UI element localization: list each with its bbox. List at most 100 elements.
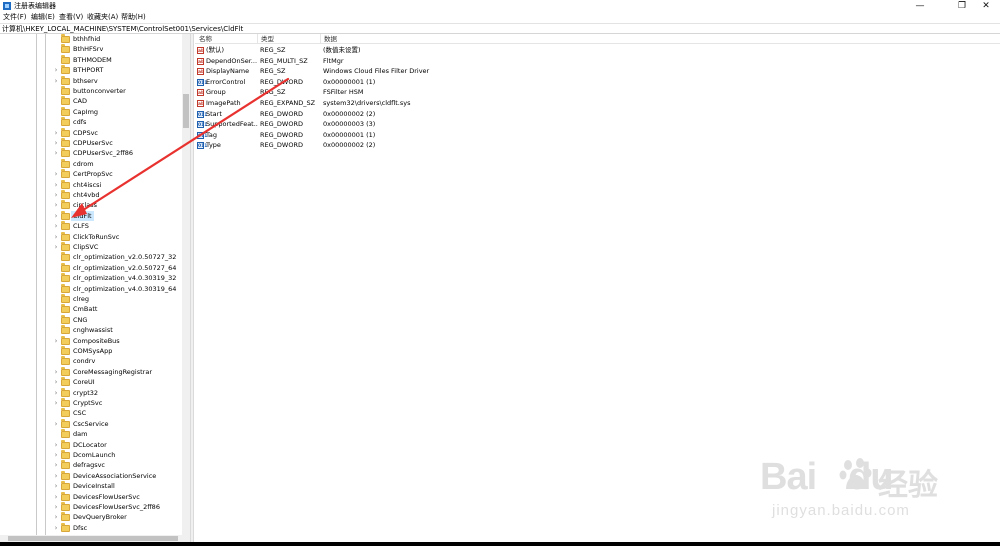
tree-item[interactable]: › CoreUI (0, 377, 182, 387)
menu-help[interactable]: 帮助(H) (121, 12, 146, 23)
tree-item[interactable]: clr_optimization_v4.0.30319_32 (0, 273, 182, 283)
chevron-right-icon[interactable]: › (53, 77, 59, 85)
tree-item[interactable]: buttonconverter (0, 86, 182, 96)
chevron-right-icon[interactable]: › (53, 129, 59, 137)
tree-item[interactable]: › ClickToRunSvc (0, 231, 182, 242)
chevron-right-icon[interactable]: › (53, 170, 59, 178)
value-row[interactable]: ab (默认) REG_SZ (数值未设置) (195, 45, 1000, 56)
tree-item[interactable]: › CompositeBus (0, 335, 182, 346)
tree-item[interactable]: cdrom (0, 158, 182, 169)
tree-item[interactable]: CSC (0, 408, 182, 418)
chevron-right-icon[interactable]: › (53, 472, 59, 480)
tree-item[interactable]: › CoreMessagingRegistrar (0, 366, 182, 377)
minimize-button[interactable]: — (906, 0, 934, 12)
column-divider[interactable] (257, 34, 258, 44)
address-path[interactable]: 计算机\HKEY_LOCAL_MACHINE\SYSTEM\ControlSet… (2, 24, 243, 34)
chevron-right-icon[interactable]: › (53, 212, 59, 220)
tree-item[interactable]: cdfs (0, 117, 182, 127)
tree-item[interactable]: BTHMODEM (0, 54, 182, 65)
chevron-right-icon[interactable]: › (53, 482, 59, 490)
chevron-right-icon[interactable]: › (53, 461, 59, 469)
tree-item[interactable]: › CDPSvc (0, 127, 182, 138)
tree-item[interactable]: › DeviceAssociationService (0, 470, 182, 481)
chevron-right-icon[interactable]: › (53, 441, 59, 449)
tree-item[interactable]: clr_optimization_v2.0.50727_64 (0, 262, 182, 273)
tree-item[interactable]: › circlass (0, 200, 182, 210)
menu-edit[interactable]: 编辑(E) (31, 12, 55, 23)
tree-item[interactable]: clreg (0, 294, 182, 304)
tree-item[interactable]: CAD (0, 96, 182, 106)
tree-item[interactable]: CNG (0, 314, 182, 325)
chevron-right-icon[interactable]: › (53, 139, 59, 147)
tree-item[interactable]: bthhfhid (0, 34, 182, 44)
tree-item[interactable]: › CryptSvc (0, 398, 182, 408)
tree-item[interactable]: › CLFS (0, 221, 182, 231)
value-row[interactable]: ab ImagePath REG_EXPAND_SZ system32\drivers… (195, 98, 1000, 109)
tree-item[interactable]: › DevQueryBroker (0, 512, 182, 522)
tree-item[interactable]: › DcomLaunch (0, 450, 182, 460)
tree-item[interactable]: cnghwassist (0, 325, 182, 335)
chevron-right-icon[interactable]: › (53, 513, 59, 521)
tree-item[interactable]: COMSysApp (0, 346, 182, 356)
tree-vertical-scroll-thumb[interactable] (183, 94, 189, 128)
chevron-right-icon[interactable]: › (53, 243, 59, 251)
chevron-right-icon[interactable]: › (53, 399, 59, 407)
chevron-right-icon[interactable]: › (53, 493, 59, 501)
value-row[interactable]: 011 Start REG_DWORD 0x00000002 (2) (195, 109, 1000, 120)
column-divider[interactable] (320, 34, 321, 44)
tree-item[interactable]: › CDPUserSvc (0, 138, 182, 148)
tree-item[interactable]: › crypt32 (0, 387, 182, 398)
tree-item[interactable]: › defragsvc (0, 460, 182, 470)
menu-favorites[interactable]: 收藏夹(A) (87, 12, 118, 23)
chevron-right-icon[interactable]: › (53, 337, 59, 345)
tree-horizontal-scrollbar[interactable] (0, 535, 190, 542)
tree-item[interactable]: CmBatt (0, 304, 182, 314)
tree-item[interactable]: › bthserv (0, 75, 182, 86)
menu-file[interactable]: 文件(F) (3, 12, 27, 23)
value-row[interactable]: ab DependOnSer... REG_MULTI_SZ FltMgr (195, 56, 1000, 67)
tree-item[interactable]: › ClipSVC (0, 242, 182, 252)
chevron-right-icon[interactable]: › (53, 368, 59, 376)
tree-item[interactable]: › DevicesFlowUserSvc_2ff86 (0, 502, 182, 512)
chevron-right-icon[interactable]: › (53, 389, 59, 397)
chevron-right-icon[interactable]: › (53, 451, 59, 459)
tree-item[interactable]: dam (0, 429, 182, 439)
chevron-right-icon[interactable]: › (53, 420, 59, 428)
value-row[interactable]: 011 Tag REG_DWORD 0x00000001 (1) (195, 130, 1000, 141)
tree-horizontal-scroll-thumb[interactable] (8, 536, 178, 541)
tree-item[interactable]: › CscService (0, 418, 182, 429)
tree-vertical-scrollbar[interactable] (182, 34, 190, 535)
tree-item[interactable]: › CDPUserSvc_2ff86 (0, 148, 182, 158)
value-row[interactable]: 011 Type REG_DWORD 0x00000002 (2) (195, 140, 1000, 151)
chevron-right-icon[interactable]: › (53, 378, 59, 386)
chevron-right-icon[interactable]: › (53, 181, 59, 189)
column-header-data[interactable]: 数据 (324, 34, 337, 44)
tree-item[interactable]: › DevicesFlowUserSvc (0, 491, 182, 502)
tree-item[interactable]: › DeviceInstall (0, 481, 182, 491)
chevron-right-icon[interactable]: › (53, 503, 59, 511)
column-header-name[interactable]: 名称 (199, 34, 212, 44)
menu-view[interactable]: 查看(V) (59, 12, 83, 23)
tree-item[interactable]: CapImg (0, 106, 182, 117)
column-header-type[interactable]: 类型 (261, 34, 274, 44)
tree-item[interactable]: › cht4iscsi (0, 179, 182, 190)
tree-item[interactable]: condrv (0, 356, 182, 366)
chevron-right-icon[interactable]: › (53, 66, 59, 74)
close-button[interactable]: ✕ (972, 0, 1000, 12)
value-row[interactable]: ab DisplayName REG_SZ Windows Cloud Files F… (195, 66, 1000, 77)
value-row[interactable]: 011 SupportedFeat... REG_DWORD 0x00000003 (… (195, 119, 1000, 130)
tree-item[interactable]: clr_optimization_v2.0.50727_32 (0, 252, 182, 262)
chevron-right-icon[interactable]: › (53, 233, 59, 241)
chevron-right-icon[interactable]: › (53, 201, 59, 209)
tree-item[interactable]: clr_optimization_v4.0.30319_64 (0, 283, 182, 294)
value-row[interactable]: 011 ErrorControl REG_DWORD 0x00000001 (1) (195, 77, 1000, 88)
tree-item[interactable]: › CldFlt (0, 210, 182, 222)
chevron-right-icon[interactable]: › (53, 222, 59, 230)
tree-item[interactable]: › CertPropSvc (0, 169, 182, 179)
chevron-right-icon[interactable]: › (53, 191, 59, 199)
address-bar[interactable]: 计算机\HKEY_LOCAL_MACHINE\SYSTEM\ControlSet… (0, 23, 1000, 34)
value-row[interactable]: ab Group REG_SZ FSFilter HSM (195, 87, 1000, 98)
chevron-right-icon[interactable]: › (53, 149, 59, 157)
pane-splitter[interactable] (190, 34, 194, 542)
tree-item[interactable]: › cht4vbd (0, 190, 182, 200)
